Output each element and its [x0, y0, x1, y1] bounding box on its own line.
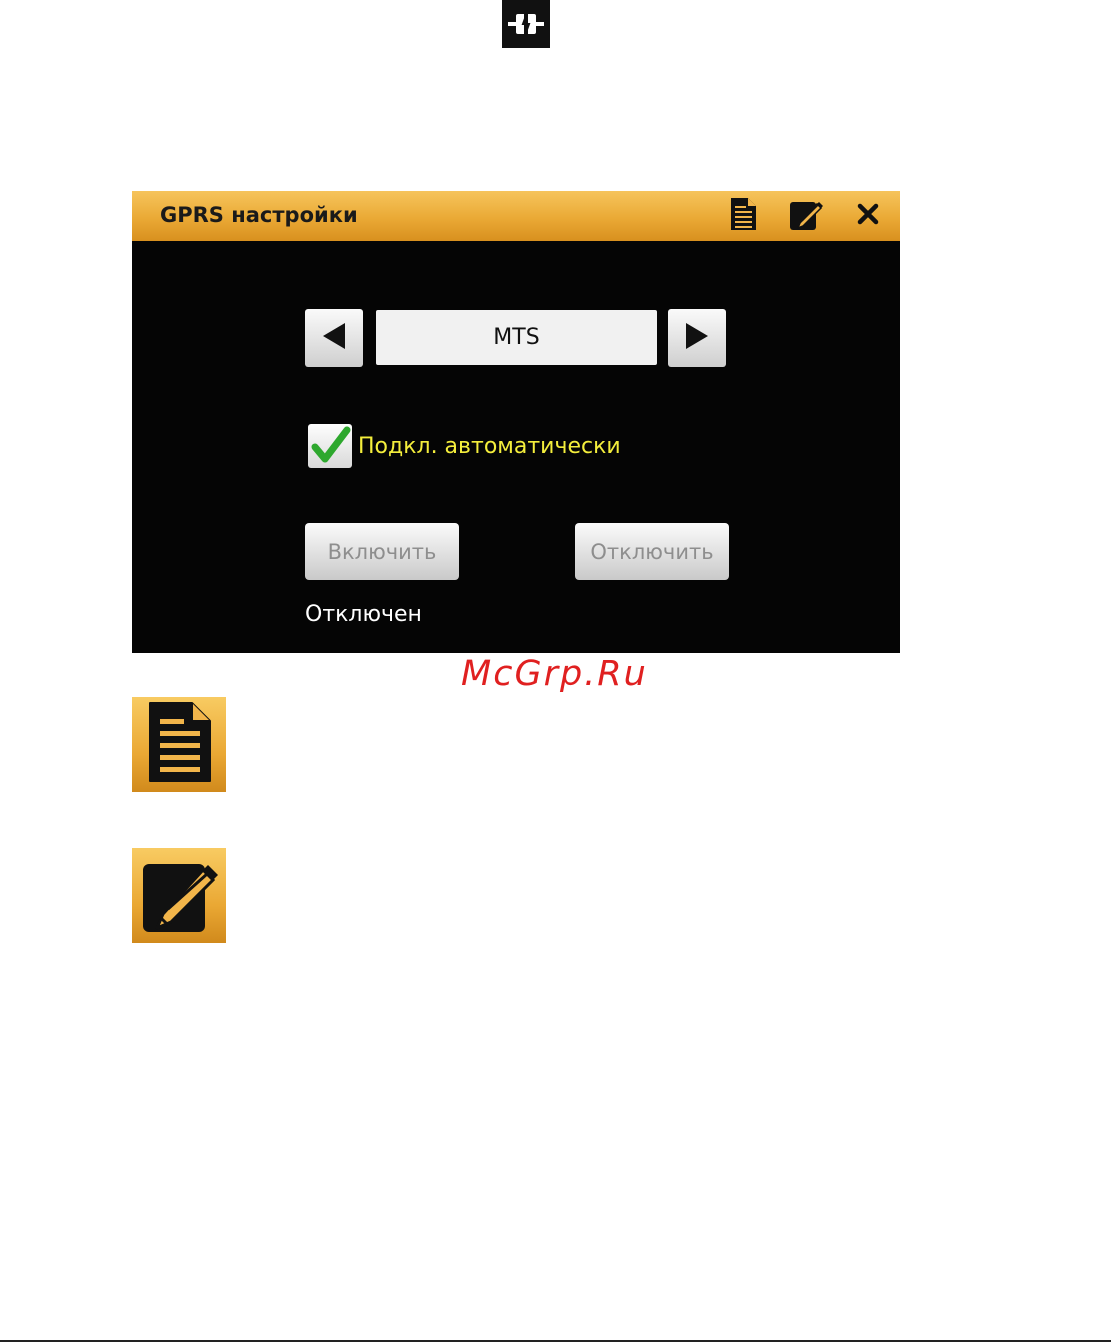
operator-value: MTS	[376, 310, 657, 365]
next-operator-button[interactable]	[668, 309, 726, 367]
legend-edit-tile	[132, 848, 226, 943]
edit-button[interactable]	[787, 197, 825, 235]
close-icon	[857, 203, 879, 230]
document-button[interactable]	[724, 197, 762, 235]
document-icon	[729, 197, 757, 236]
document-icon	[146, 701, 212, 788]
connection-plug-icon	[502, 0, 550, 48]
previous-operator-button[interactable]	[305, 309, 363, 367]
title-bar: GPRS настройки	[132, 191, 900, 241]
edit-pencil-icon	[789, 197, 823, 236]
disable-button[interactable]: Отключить	[575, 523, 729, 580]
gprs-settings-window: GPRS настройки MTS Подкл. автоматически …	[132, 191, 900, 653]
edit-pencil-icon	[139, 852, 219, 939]
close-button[interactable]	[849, 197, 887, 235]
enable-button[interactable]: Включить	[305, 523, 459, 580]
arrow-left-icon	[319, 321, 349, 356]
arrow-right-icon	[682, 321, 712, 356]
legend-document-tile	[132, 697, 226, 792]
watermark: McGrp.Ru	[461, 654, 648, 694]
window-title: GPRS настройки	[160, 203, 358, 227]
page-bottom-rule	[0, 1340, 1111, 1342]
auto-connect-label: Подкл. автоматически	[358, 434, 621, 459]
auto-connect-checkbox[interactable]	[308, 424, 352, 468]
connection-status: Отключен	[305, 602, 422, 627]
